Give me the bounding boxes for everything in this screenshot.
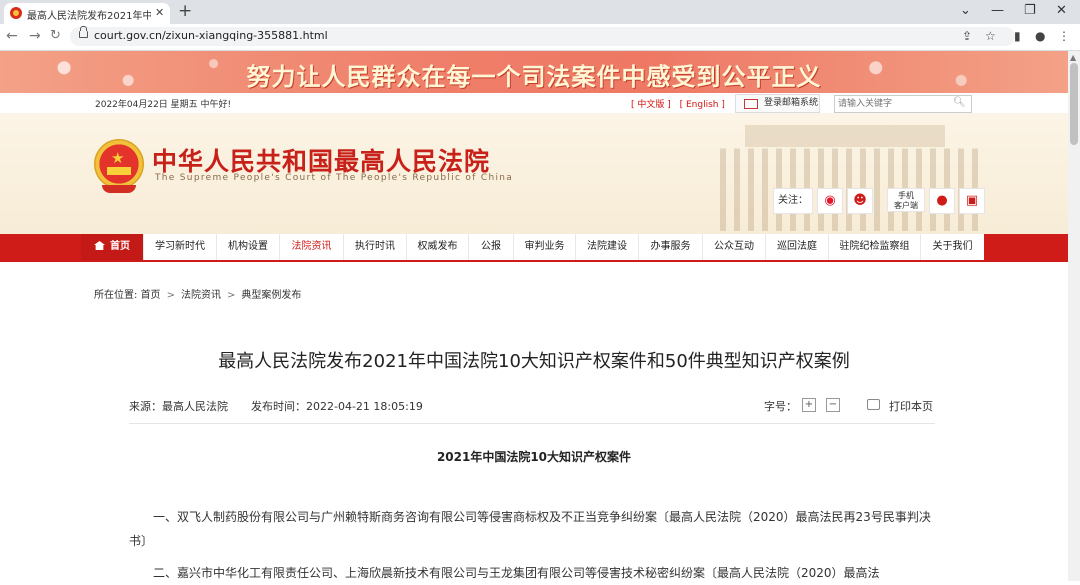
mobile-client-button[interactable]: 手机 客户端 <box>887 188 925 212</box>
nav-home[interactable]: 首页 <box>81 234 144 260</box>
search-icon[interactable]: 🔍︎ <box>953 97 966 108</box>
bookmark-star-icon[interactable]: ☆ <box>985 28 996 44</box>
lock-icon <box>79 26 88 38</box>
search-input[interactable] <box>838 97 946 110</box>
mail-login-button[interactable]: 登录邮箱系统 <box>735 94 820 113</box>
site-search: 🔍︎ <box>834 95 972 113</box>
main-nav: 首页 学习新时代 机构设置 法院资讯 执行时讯 权威发布 公报 审判业务 法院建… <box>0 234 1068 262</box>
breadcrumb-home[interactable]: 首页 <box>141 290 161 301</box>
article-paragraph: 二、嘉兴市中华化工有限责任公司、上海欣晨新技术有限公司与王龙集团有限公司等侵害技… <box>153 566 880 580</box>
top-info-bar: 2022年04月22日 星期五 中午好! [ 中文版 ] [ English ]… <box>0 93 1068 113</box>
nav-gazette[interactable]: 公报 <box>469 234 514 260</box>
tab-title: 最高人民法院发布2021年中国法院 <box>27 11 151 22</box>
profile-avatar-icon[interactable]: ● <box>1035 28 1045 44</box>
share-icon[interactable]: ⇪ <box>962 28 972 44</box>
current-date: 2022年04月22日 星期五 中午好! <box>95 100 232 110</box>
back-icon[interactable]: ← <box>6 27 18 45</box>
browser-tab-bar: 最高人民法院发布2021年中国法院 ✕ + ⌄ — ❐ ✕ <box>0 0 1080 24</box>
url-input[interactable]: court.gov.cn/zixun-xiangqing-355881.html <box>70 26 1015 46</box>
site-header: ★ 中华人民共和国最高人民法院 The Supreme People's Cou… <box>0 113 1068 234</box>
side-panel-icon[interactable]: ▮ <box>1014 28 1021 44</box>
android-icon[interactable]: ▣ <box>959 188 985 214</box>
lang-english-link[interactable]: [ English ] <box>680 100 725 110</box>
breadcrumb: 所在位置: 首页 > 法院资讯 > 典型案例发布 <box>94 286 301 301</box>
nav-items: 首页 学习新时代 机构设置 法院资讯 执行时讯 权威发布 公报 审判业务 法院建… <box>81 234 984 260</box>
national-emblem-icon[interactable]: ★ <box>94 139 144 193</box>
forward-icon[interactable]: → <box>29 27 41 45</box>
print-page-link[interactable]: 打印本页 <box>889 398 933 414</box>
reload-icon[interactable]: ↻ <box>50 27 61 45</box>
nav-public-interaction[interactable]: 公众互动 <box>703 234 766 260</box>
article-paragraph: 一、双飞人制药股份有限公司与广州赖特斯商务咨询有限公司等侵害商标权及不正当竞争纠… <box>129 510 931 548</box>
mail-login-label: 登录邮箱系统 <box>764 98 819 108</box>
menu-dots-icon[interactable]: ⋮ <box>1058 28 1070 44</box>
minimize-icon[interactable]: — <box>991 2 1004 20</box>
follow-bar: 关注： ◉ ☻ 手机 客户端 ● ▣ <box>773 188 985 214</box>
home-icon <box>94 241 105 250</box>
lang-chinese-link[interactable]: [ 中文版 ] <box>631 100 671 110</box>
page-scrollbar[interactable]: ▲ <box>1068 51 1080 581</box>
breadcrumb-court-news[interactable]: 法院资讯 <box>181 290 221 301</box>
breadcrumb-separator-icon: > <box>226 290 236 301</box>
font-decrease-button[interactable]: − <box>826 398 840 412</box>
url-text: court.gov.cn/zixun-xiangqing-355881.html <box>94 29 328 42</box>
tab-search-chevron-icon[interactable]: ⌄ <box>960 2 971 20</box>
nav-court-construction[interactable]: 法院建设 <box>576 234 639 260</box>
meta-divider <box>129 423 935 424</box>
nav-court-news[interactable]: 法院资讯 <box>280 234 344 260</box>
scroll-up-icon[interactable]: ▲ <box>1070 53 1076 62</box>
nav-discipline-group[interactable]: 驻院纪检监察组 <box>829 234 921 260</box>
close-window-icon[interactable]: ✕ <box>1056 2 1067 20</box>
wechat-icon[interactable]: ☻ <box>847 188 873 214</box>
nav-authoritative-release[interactable]: 权威发布 <box>407 234 469 260</box>
article-source: 来源：最高人民法院 <box>129 400 228 413</box>
court-building-image <box>720 121 980 231</box>
article-meta: 来源：最高人民法院 发布时间：2022-04-21 18:05:19 字号： +… <box>129 398 935 414</box>
section-title: 2021年中国法院10大知识产权案件 <box>436 450 632 464</box>
new-tab-icon[interactable]: + <box>178 1 192 21</box>
language-switch: [ 中文版 ] [ English ] <box>631 97 731 110</box>
site-name-english: The Supreme People's Court of The People… <box>155 173 514 183</box>
nav-study[interactable]: 学习新时代 <box>144 234 217 260</box>
close-tab-icon[interactable]: ✕ <box>155 6 164 19</box>
slogan-banner: 努力让人民群众在每一个司法案件中感受到公平正义 <box>0 51 1068 93</box>
scrollbar-thumb[interactable] <box>1070 63 1078 145</box>
font-increase-button[interactable]: + <box>802 398 816 412</box>
nav-services[interactable]: 办事服务 <box>639 234 703 260</box>
browser-tab[interactable]: 最高人民法院发布2021年中国法院 ✕ <box>4 3 170 24</box>
address-bar: ← → ↻ court.gov.cn/zixun-xiangqing-35588… <box>0 24 1080 51</box>
mail-icon <box>744 99 758 109</box>
banner-slogan: 努力让人民群众在每一个司法案件中感受到公平正义 <box>246 63 822 91</box>
app-label-line2: 客户端 <box>894 201 918 210</box>
breadcrumb-label: 所在位置: <box>94 290 138 301</box>
weibo-icon[interactable]: ◉ <box>817 188 843 214</box>
nav-trial-business[interactable]: 审判业务 <box>514 234 576 260</box>
nav-about[interactable]: 关于我们 <box>921 234 984 260</box>
printer-icon[interactable] <box>867 399 880 410</box>
article-publish-time: 发布时间：2022-04-21 18:05:19 <box>251 400 423 413</box>
article-title: 最高人民法院发布2021年中国法院10大知识产权案件和50件典型知识产权案例 <box>218 351 850 372</box>
nav-execution-news[interactable]: 执行时讯 <box>344 234 407 260</box>
nav-circuit-court[interactable]: 巡回法庭 <box>766 234 829 260</box>
maximize-icon[interactable]: ❐ <box>1024 2 1036 20</box>
breadcrumb-typical-cases[interactable]: 典型案例发布 <box>241 290 301 301</box>
breadcrumb-separator-icon: > <box>166 290 175 301</box>
court-favicon-icon <box>10 7 22 19</box>
follow-label: 关注： <box>773 188 813 214</box>
app-label-line1: 手机 <box>898 191 914 200</box>
font-size-label: 字号： <box>764 400 797 413</box>
apple-icon[interactable]: ● <box>929 188 955 214</box>
nav-organization[interactable]: 机构设置 <box>217 234 280 260</box>
